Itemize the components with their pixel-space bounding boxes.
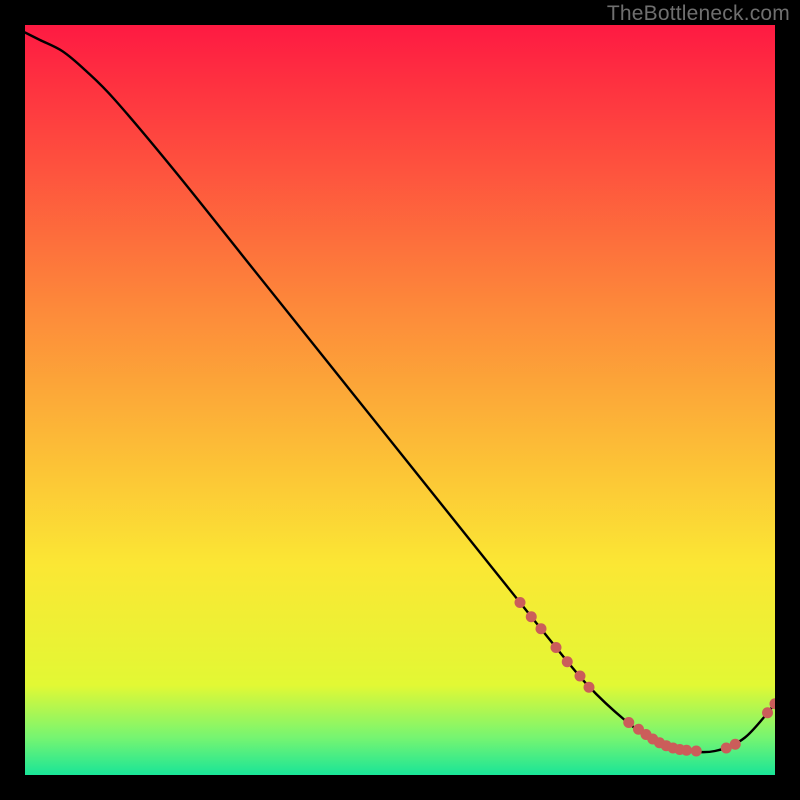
chart-frame: TheBottleneck.com xyxy=(0,0,800,800)
data-marker xyxy=(762,707,773,718)
bottleneck-chart xyxy=(25,25,775,775)
data-marker xyxy=(584,682,595,693)
gradient-background xyxy=(25,25,775,775)
data-marker xyxy=(536,623,547,634)
data-marker xyxy=(526,611,537,622)
data-marker xyxy=(681,745,692,756)
data-marker xyxy=(551,642,562,653)
data-marker xyxy=(515,597,526,608)
watermark-text: TheBottleneck.com xyxy=(607,2,790,26)
data-marker xyxy=(623,717,634,728)
data-marker xyxy=(562,656,573,667)
data-marker xyxy=(575,671,586,682)
data-marker xyxy=(730,739,741,750)
data-marker xyxy=(691,746,702,757)
